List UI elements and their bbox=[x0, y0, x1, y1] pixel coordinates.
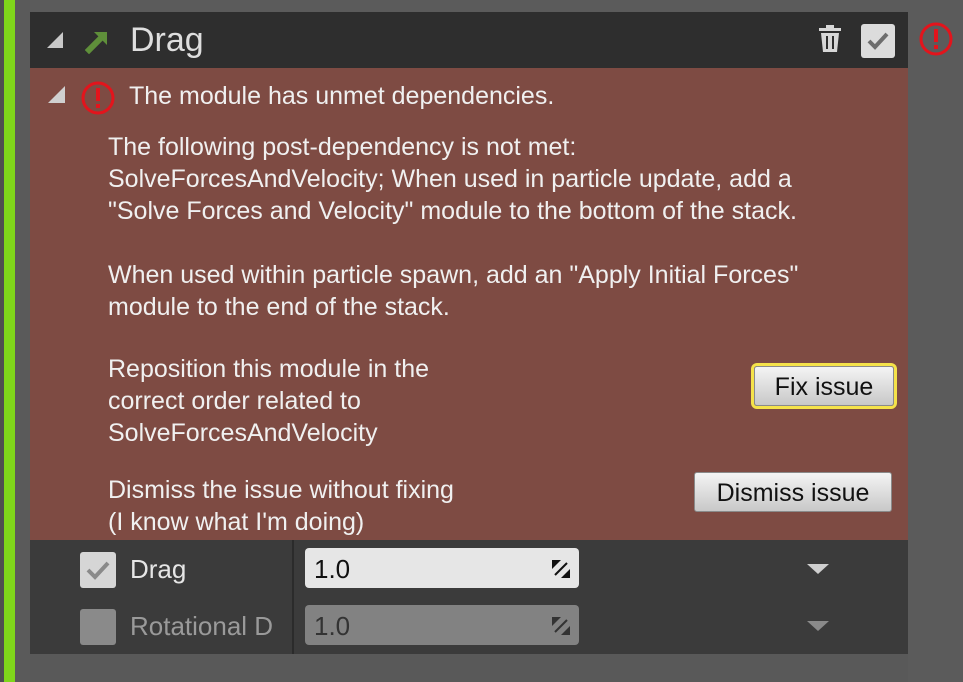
parameter-value: 1.0 bbox=[314, 611, 351, 641]
issue-collapse-triangle-icon[interactable] bbox=[48, 86, 65, 103]
module-accent-bar bbox=[4, 0, 15, 682]
parameter-value-field[interactable]: 1.0 bbox=[305, 548, 579, 588]
issue-description: The following post-dependency is not met… bbox=[108, 133, 797, 225]
module-header[interactable]: Drag bbox=[30, 12, 908, 68]
issue-spawn-note: When used within particle spawn, add an … bbox=[108, 261, 799, 321]
trash-icon[interactable] bbox=[818, 25, 842, 53]
parameter-row: Drag 1.0 bbox=[30, 540, 908, 597]
panel-gutter bbox=[15, 0, 30, 682]
resize-drag-icon[interactable] bbox=[551, 616, 571, 636]
parameter-label: Drag bbox=[130, 554, 187, 584]
issue-title: The module has unmet dependencies. bbox=[129, 82, 555, 110]
dismiss-issue-button[interactable]: Dismiss issue bbox=[694, 472, 892, 512]
module-enable-checkbox[interactable] bbox=[861, 24, 895, 58]
parameter-row: Rotational D 1.0 bbox=[30, 597, 908, 654]
green-arrow-icon bbox=[85, 32, 107, 54]
dismiss-description: Dismiss the issue without fixing (I know… bbox=[108, 476, 454, 536]
parameter-label: Rotational D bbox=[130, 611, 274, 641]
module-title: Drag bbox=[130, 21, 204, 59]
issue-panel: The module has unmet dependencies. The f… bbox=[30, 68, 908, 540]
error-icon bbox=[919, 22, 953, 56]
parameter-value: 1.0 bbox=[314, 554, 351, 584]
fix-issue-button[interactable]: Fix issue bbox=[754, 366, 894, 406]
parameter-value-field[interactable]: 1.0 bbox=[305, 605, 579, 645]
checkmark-icon bbox=[86, 561, 110, 580]
parameter-enable-checkbox[interactable] bbox=[80, 552, 116, 588]
resize-drag-icon[interactable] bbox=[551, 559, 571, 579]
fix-description: Reposition this module in the correct or… bbox=[108, 355, 430, 447]
chevron-down-icon[interactable] bbox=[807, 621, 829, 631]
checkmark-icon bbox=[867, 32, 889, 50]
parameter-list: Drag 1.0 Rotational D 1.0 bbox=[30, 540, 908, 654]
collapse-triangle-icon[interactable] bbox=[47, 32, 63, 48]
chevron-down-icon[interactable] bbox=[807, 564, 829, 574]
panel-footer bbox=[30, 654, 908, 682]
module-panel: Drag The module has unmet dependencies. … bbox=[30, 12, 908, 682]
parameter-enable-checkbox[interactable] bbox=[80, 609, 116, 645]
error-icon bbox=[81, 81, 115, 115]
